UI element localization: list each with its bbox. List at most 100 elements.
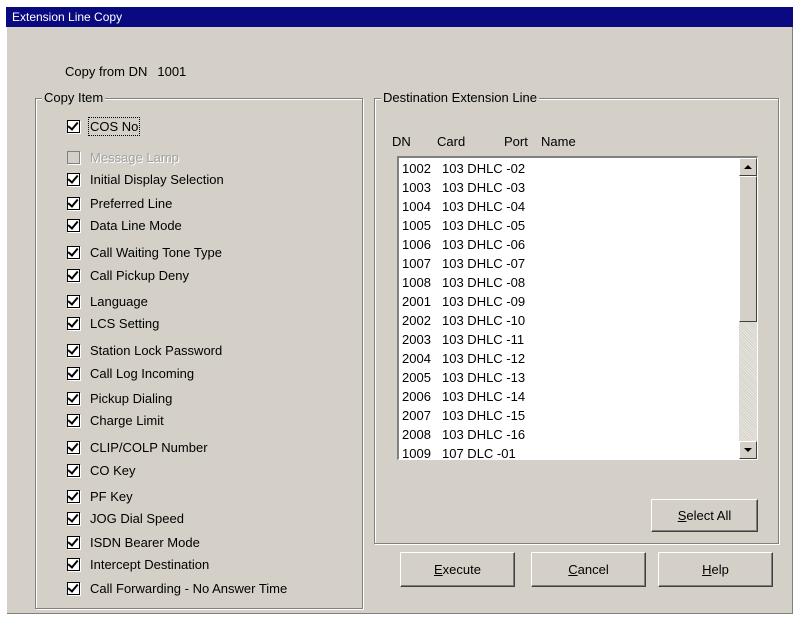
copy-item-row[interactable]: CLIP/COLP Number xyxy=(67,438,208,456)
checkbox[interactable] xyxy=(67,510,80,525)
checkbox[interactable] xyxy=(67,217,80,232)
checkmark-icon xyxy=(67,171,79,184)
list-item-dn: 1004 xyxy=(402,199,431,214)
list-item[interactable]: 1006 103 DHLC -06 xyxy=(402,235,739,254)
cancel-button[interactable]: Cancel xyxy=(531,552,646,587)
copy-item-row[interactable]: Data Line Mode xyxy=(67,216,182,234)
checkbox[interactable] xyxy=(67,580,80,595)
destination-title: Destination Extension Line xyxy=(381,90,539,106)
copy-item-row[interactable]: Station Lock Password xyxy=(67,341,222,359)
copy-item-label: Call Log Incoming xyxy=(90,365,195,381)
copy-item-row[interactable]: Charge Limit xyxy=(67,411,164,429)
copy-item-title: Copy Item xyxy=(42,90,106,106)
list-item[interactable]: 2006 103 DHLC -14 xyxy=(402,387,739,406)
list-item[interactable]: 2004 103 DHLC -12 xyxy=(402,349,739,368)
list-item[interactable]: 1009 107 DLC -01 xyxy=(402,444,739,460)
list-item[interactable]: 1005 103 DHLC -05 xyxy=(402,216,739,235)
list-item[interactable]: 2007 103 DHLC -15 xyxy=(402,406,739,425)
checkbox[interactable] xyxy=(67,342,80,357)
list-item-dn: 2002 xyxy=(402,313,431,328)
checkbox[interactable] xyxy=(67,534,80,549)
checkbox[interactable] xyxy=(67,267,80,282)
list-item-info: 103 DHLC -09 xyxy=(442,294,526,309)
list-item[interactable]: 2002 103 DHLC -10 xyxy=(402,311,739,330)
checkbox[interactable] xyxy=(67,293,80,308)
scroll-down-button[interactable] xyxy=(739,441,757,459)
copy-item-row[interactable]: JOG Dial Speed xyxy=(67,509,184,527)
copy-item-row[interactable]: LCS Setting xyxy=(67,314,159,332)
list-item[interactable]: 1007 103 DHLC -07 xyxy=(402,254,739,273)
list-item-info: 103 DHLC -07 xyxy=(442,256,526,271)
column-header-name: Name xyxy=(541,134,576,149)
list-item-info: 103 DHLC -04 xyxy=(442,199,526,214)
copy-item-row[interactable]: COS No xyxy=(67,116,141,136)
select-all-accel: S xyxy=(677,508,687,523)
list-item[interactable]: 2001 103 DHLC -09 xyxy=(402,292,739,311)
arrow-down-icon xyxy=(744,448,752,452)
checkbox[interactable] xyxy=(67,365,80,380)
list-item[interactable]: 2008 103 DHLC -16 xyxy=(402,425,739,444)
checkbox[interactable] xyxy=(67,171,80,186)
list-item[interactable]: 1004 103 DHLC -04 xyxy=(402,197,739,216)
copy-item-label: CO Key xyxy=(90,462,136,478)
list-item-info: 103 DHLC -05 xyxy=(442,218,526,233)
list-item-dn: 2008 xyxy=(402,427,431,442)
extension-line-copy-window: Extension Line Copy Copy from DN 1001 Cop… xyxy=(6,7,793,614)
list-item-dn: 2005 xyxy=(402,370,431,385)
copy-item-row[interactable]: PF Key xyxy=(67,487,133,505)
copy-item-row[interactable]: Initial Display Selection xyxy=(67,170,224,188)
list-item-info: 103 DHLC -03 xyxy=(442,180,526,195)
list-item-info: 103 DHLC -16 xyxy=(442,427,526,442)
checkbox[interactable] xyxy=(67,195,80,210)
copy-item-row[interactable]: Call Forwarding - No Answer Time xyxy=(67,579,287,597)
destination-listbox[interactable]: 1002 103 DHLC -02 1003 103 DHLC -03 1004 103 … xyxy=(397,156,758,460)
checkbox[interactable] xyxy=(67,488,80,503)
checkbox[interactable] xyxy=(67,556,80,571)
checkbox[interactable] xyxy=(67,118,80,133)
destination-list-items: 1002 103 DHLC -02 1003 103 DHLC -03 1004 103 … xyxy=(402,159,739,460)
copy-item-row[interactable]: ISDN Bearer Mode xyxy=(67,533,200,551)
list-item[interactable]: 2003 103 DHLC -11 xyxy=(402,330,739,349)
checkmark-icon xyxy=(67,195,79,208)
copy-item-row[interactable]: Intercept Destination xyxy=(67,555,209,573)
vertical-scrollbar[interactable] xyxy=(739,158,757,459)
cancel-label: ancel xyxy=(577,562,609,577)
checkbox[interactable] xyxy=(67,244,80,259)
list-item-dn: 2003 xyxy=(402,332,431,347)
help-accel: H xyxy=(702,562,712,577)
checkbox[interactable] xyxy=(67,315,80,330)
checkbox[interactable] xyxy=(67,412,80,427)
copy-item-row[interactable]: CO Key xyxy=(67,461,136,479)
copy-item-label: COS No xyxy=(87,116,141,136)
help-button[interactable]: Help xyxy=(658,552,773,587)
list-item-dn: 1009 xyxy=(402,446,431,460)
copy-item-label: CLIP/COLP Number xyxy=(90,439,208,455)
execute-button[interactable]: Execute xyxy=(400,552,515,587)
scroll-up-button[interactable] xyxy=(739,158,757,176)
copy-item-row[interactable]: Pickup Dialing xyxy=(67,389,172,407)
copy-item-label: Preferred Line xyxy=(90,195,173,211)
checkmark-icon xyxy=(67,217,79,230)
copy-item-row[interactable]: Preferred Line xyxy=(67,194,172,212)
copy-item-row[interactable]: Language xyxy=(67,292,148,310)
list-item-dn: 1002 xyxy=(402,161,431,176)
list-item-info: 103 DHLC -08 xyxy=(442,275,526,290)
scrollbar-thumb[interactable] xyxy=(739,176,757,322)
checkbox[interactable] xyxy=(67,462,80,477)
list-item-dn: 1005 xyxy=(402,218,431,233)
copy-item-label: Language xyxy=(90,293,148,309)
list-item[interactable]: 1002 103 DHLC -02 xyxy=(402,159,739,178)
list-item[interactable]: 1008 103 DHLC -08 xyxy=(402,273,739,292)
copy-item-row[interactable]: Call Log Incoming xyxy=(67,364,194,382)
list-item[interactable]: 1003 103 DHLC -03 xyxy=(402,178,739,197)
checkbox[interactable] xyxy=(67,439,80,454)
checkbox[interactable] xyxy=(67,390,80,405)
list-item[interactable]: 2005 103 DHLC -13 xyxy=(402,368,739,387)
select-all-button[interactable]: Select All xyxy=(651,499,758,532)
copy-item-row[interactable]: Call Pickup Deny xyxy=(67,266,189,284)
list-item-info: 103 DHLC -10 xyxy=(442,313,526,328)
list-item-dn: 1008 xyxy=(402,275,431,290)
copy-item-label: Data Line Mode xyxy=(90,217,182,233)
column-header-dn: DN xyxy=(392,134,411,149)
copy-item-row[interactable]: Call Waiting Tone Type xyxy=(67,243,222,261)
